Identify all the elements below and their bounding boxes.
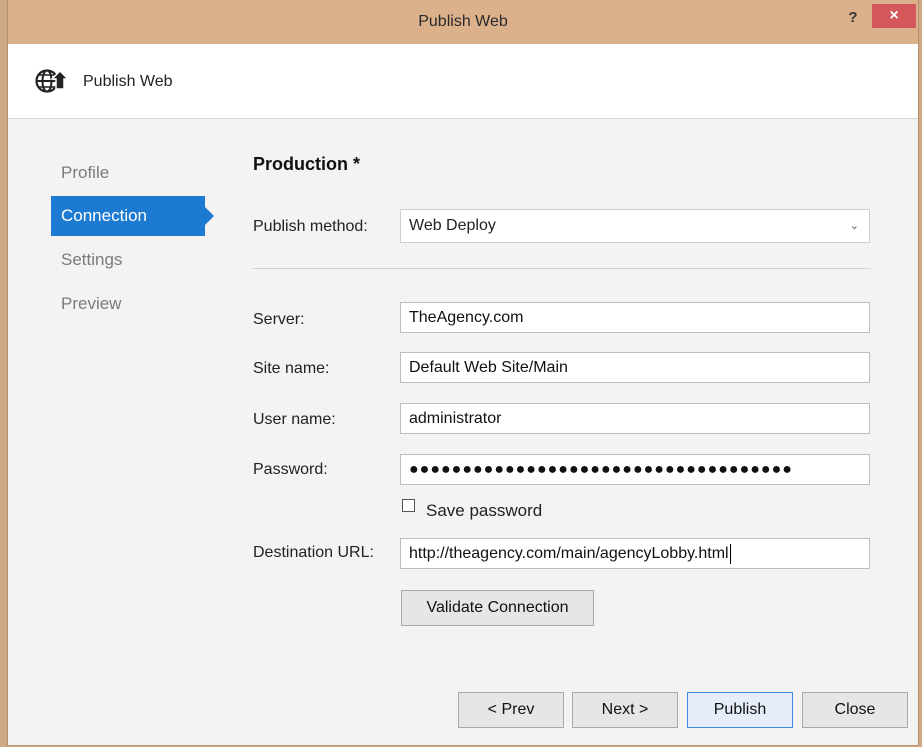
close-window-button[interactable]: × xyxy=(872,4,916,28)
password-label: Password: xyxy=(253,461,328,478)
help-button[interactable]: ? xyxy=(838,4,868,34)
server-label: Server: xyxy=(253,311,305,328)
save-password-label[interactable]: Save password xyxy=(426,501,542,521)
nav-item-settings[interactable]: Settings xyxy=(51,240,205,280)
close-button[interactable]: Close xyxy=(802,692,908,728)
destination-url-input[interactable]: http://theagency.com/main/agencyLobby.ht… xyxy=(400,538,870,569)
next-button[interactable]: Next > xyxy=(572,692,678,728)
nav-item-connection[interactable]: Connection xyxy=(51,196,214,236)
validate-connection-button[interactable]: Validate Connection xyxy=(401,590,594,626)
publish-method-select[interactable]: Web Deploy ⌄ xyxy=(400,209,870,243)
publish-web-dialog: Publish Web ? × Publish Web Profile Conn… xyxy=(8,0,918,745)
title-bar[interactable]: Publish Web ? × xyxy=(8,0,918,44)
chevron-down-icon: ⌄ xyxy=(849,220,859,232)
site-name-label: Site name: xyxy=(253,360,330,377)
publish-method-label: Publish method: xyxy=(253,218,368,235)
server-input[interactable]: TheAgency.com xyxy=(400,302,870,333)
destination-url-value: http://theagency.com/main/agencyLobby.ht… xyxy=(409,545,729,562)
text-caret xyxy=(729,543,731,564)
publish-method-value: Web Deploy xyxy=(409,217,496,234)
divider xyxy=(253,268,871,269)
prev-button[interactable]: < Prev xyxy=(458,692,564,728)
destination-url-label: Destination URL: xyxy=(253,544,374,561)
site-name-input[interactable]: Default Web Site/Main xyxy=(400,352,870,383)
header-title: Publish Web xyxy=(83,73,173,90)
user-name-label: User name: xyxy=(253,411,336,428)
globe-publish-icon xyxy=(35,69,70,93)
password-input[interactable]: ●●●●●●●●●●●●●●●●●●●●●●●●●●●●●●●●●●●● xyxy=(400,454,870,485)
save-password-checkbox[interactable] xyxy=(402,499,415,512)
user-name-input[interactable]: administrator xyxy=(400,403,870,434)
nav-item-preview[interactable]: Preview xyxy=(51,284,205,324)
nav-item-profile[interactable]: Profile xyxy=(51,153,205,193)
window-title: Publish Web xyxy=(418,13,508,30)
dialog-header: Publish Web xyxy=(8,44,918,119)
publish-button[interactable]: Publish xyxy=(687,692,793,728)
profile-title: Production * xyxy=(253,154,360,174)
